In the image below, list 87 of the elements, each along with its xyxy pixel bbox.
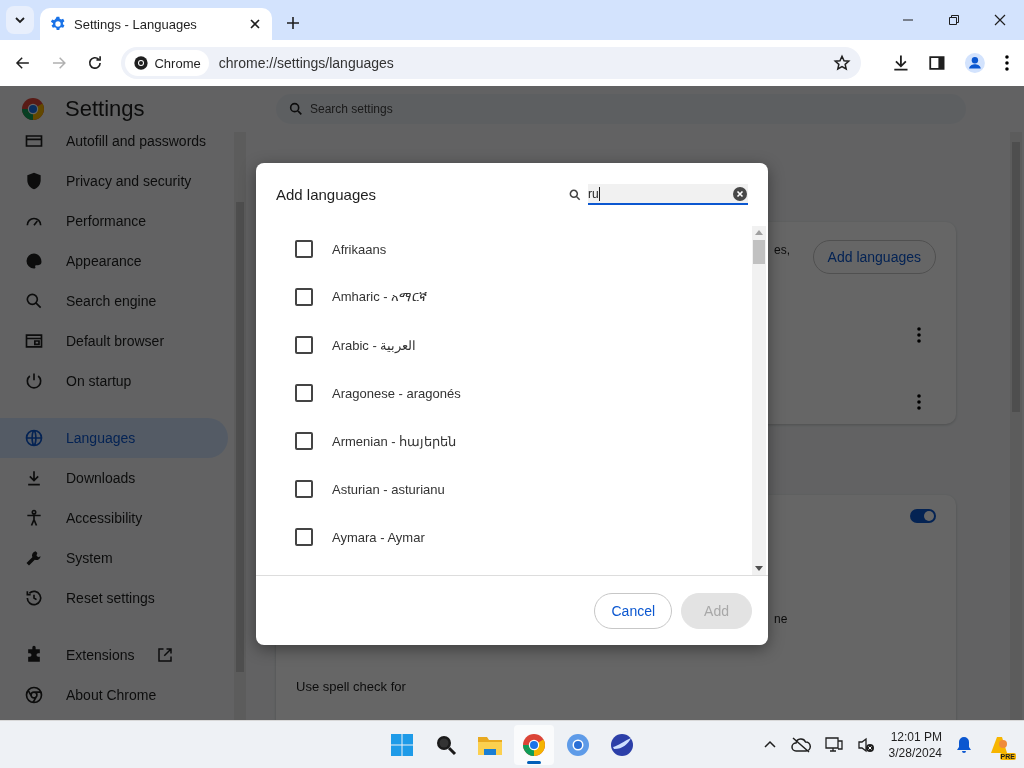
checkbox[interactable] [295, 432, 313, 450]
language-name: Aragonese - aragonés [332, 385, 461, 401]
accessibility-icon [24, 508, 44, 528]
bell-icon[interactable] [956, 735, 972, 754]
chrome-app[interactable] [514, 724, 554, 765]
clock-date[interactable]: 3/28/2024 [888, 744, 942, 761]
search-field[interactable]: Search settings [276, 94, 966, 124]
back-icon[interactable] [14, 54, 32, 72]
sidebar-item[interactable]: About Chrome [0, 675, 228, 715]
scroll-down-icon[interactable] [755, 566, 763, 571]
search-icon [568, 187, 582, 202]
scrollbar[interactable] [234, 132, 246, 720]
gear-icon [50, 16, 66, 32]
site-chip[interactable]: Chrome [125, 50, 209, 76]
search-icon [24, 291, 44, 311]
checkbox[interactable] [295, 480, 313, 498]
menu-icon[interactable] [1004, 54, 1010, 72]
browser-tab[interactable]: Settings - Languages [40, 8, 272, 40]
checkbox[interactable] [295, 240, 313, 258]
address-bar[interactable]: Chrome chrome://settings/languages [121, 47, 861, 79]
checkbox[interactable] [295, 384, 313, 402]
network-icon[interactable] [824, 735, 843, 754]
checkbox[interactable] [295, 336, 313, 354]
sphere-logo-icon [610, 732, 634, 757]
chrome-outline-icon [24, 685, 44, 705]
search-icon [288, 101, 304, 117]
cloud-off-icon[interactable] [790, 736, 811, 753]
checkbox[interactable] [295, 528, 313, 546]
sidebar-item[interactable]: Reset settings [0, 578, 228, 618]
globe-icon [24, 428, 44, 448]
checkbox[interactable] [295, 288, 313, 306]
sidebar-item[interactable]: Default browser [0, 321, 228, 361]
scrollbar[interactable] [1010, 132, 1022, 720]
dialog-title: Add languages [276, 186, 378, 203]
browser-logo-icon [566, 732, 590, 757]
history-icon [24, 588, 44, 608]
sidebar-item[interactable]: Performance [0, 201, 228, 241]
close-icon[interactable] [248, 17, 262, 31]
description-text: es, [774, 243, 790, 257]
language-name: Arabic - العربية [332, 337, 417, 353]
cancel-button[interactable]: Cancel [594, 592, 673, 629]
sidebar-item[interactable]: Downloads [0, 458, 228, 498]
speaker-muted-icon[interactable] [856, 735, 875, 754]
add-languages-button[interactable]: Add languages [812, 240, 936, 274]
description-text: ne [774, 612, 788, 626]
profile-icon[interactable] [964, 52, 987, 74]
sidebar-item[interactable]: On startup [0, 361, 228, 401]
sidebar-item[interactable]: Extensions [0, 635, 228, 675]
side-panel-icon[interactable] [928, 54, 947, 72]
new-tab-icon[interactable] [286, 16, 300, 30]
palette-icon [24, 251, 44, 271]
language-name: Asturian - asturianu [332, 481, 445, 497]
shield-icon [24, 171, 44, 191]
chrome-logo-icon [21, 97, 45, 121]
clear-icon[interactable] [733, 186, 747, 201]
scrollbar-thumb[interactable] [753, 240, 765, 264]
language-name: Armenian - հայերեն [332, 433, 457, 449]
wrench-icon [24, 548, 44, 568]
sidebar-item[interactable]: Search engine [0, 281, 228, 321]
close-icon[interactable] [994, 14, 1006, 26]
power-icon [24, 371, 44, 391]
sidebar-item[interactable]: Appearance [0, 241, 228, 281]
browser-window-icon [24, 331, 44, 351]
sidebar-item[interactable]: System [0, 538, 228, 578]
clock-time[interactable]: 12:01 PM [890, 728, 942, 745]
toggle-switch[interactable] [910, 509, 936, 523]
tab-list-button[interactable] [6, 6, 34, 34]
url-text: chrome://settings/languages [218, 55, 395, 71]
restore-icon[interactable] [948, 14, 960, 26]
chrome-logo-icon [522, 732, 546, 757]
sidebar-item[interactable]: Languages [0, 418, 228, 458]
sidebar-item[interactable]: Privacy and security [0, 161, 228, 201]
chevron-down-icon [14, 14, 26, 26]
spell-check-label: Use spell check for [296, 679, 407, 694]
language-name: Aymara - Aymar [332, 529, 425, 545]
star-icon[interactable] [832, 54, 851, 72]
language-name: Amharic - አማርኛ [332, 289, 428, 305]
windows-logo-icon [390, 732, 414, 757]
language-name: Afrikaans [332, 241, 387, 257]
tab-title: Settings - Languages [74, 16, 198, 32]
scrollbar[interactable] [752, 226, 766, 575]
search-field[interactable]: ru [588, 184, 748, 205]
more-icon[interactable] [916, 392, 922, 411]
sidebar-item[interactable]: Autofill and passwords [0, 132, 228, 161]
more-icon[interactable] [916, 325, 922, 344]
sidebar-item[interactable]: Accessibility [0, 498, 228, 538]
page-title: Settings [65, 96, 145, 122]
